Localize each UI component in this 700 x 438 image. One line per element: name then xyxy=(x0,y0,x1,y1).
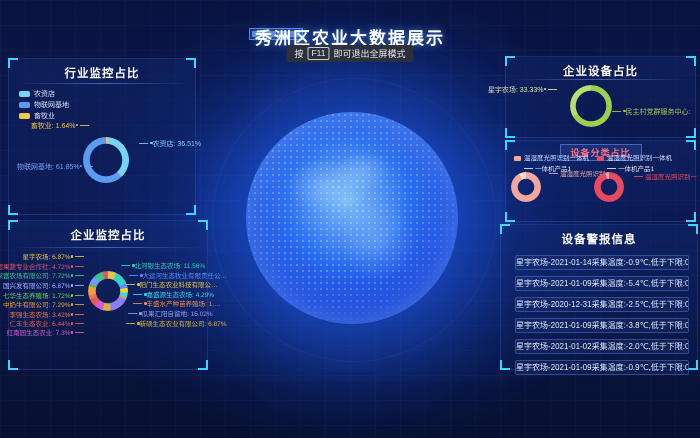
device-legend-item: 温湿度光照识别一体机 xyxy=(514,155,589,163)
panel-title: 设备警报信息 xyxy=(501,231,697,247)
device-category-donut-right xyxy=(594,172,624,202)
equipment-chart-label: 民主村党群服务中心: xyxy=(610,109,690,117)
panel-device-alarms: 设备警报信息 星宇农场-2021-01-14采集温度:-0.9℃,低于下限:0℃… xyxy=(500,224,698,370)
alarm-row: 星宇农场-2021-01-09采集温度:-3.8℃,低于下限:0℃ xyxy=(515,318,689,333)
device-legend-item: 温湿度光照识别一体机 xyxy=(597,155,672,163)
title-divider xyxy=(512,79,689,80)
alarm-row: 星宇农场-2020-12-31采集温度:-2.5℃,低于下限:0℃ xyxy=(515,297,689,312)
dashboard-screen: 秀洲区农业大数据展示 按 F11 即可退出全屏模式 行业监控占比 农资店 物联网… xyxy=(0,0,700,438)
enterprise-chart-label: 仁丰生态农业: 6.44% xyxy=(9,321,86,329)
enterprise-chart-label: 七华生态养殖场: 1.72% xyxy=(3,293,86,301)
panel-enterprise-monitor-ratio: 企业监控占比 星宇农场: 6.87% 赵超果蔬专业合作社: 4.72% 家富农场… xyxy=(8,220,208,370)
enterprise-chart-label: 赵超果蔬专业合作社: 4.72% xyxy=(0,264,86,272)
title-divider xyxy=(15,83,189,84)
industry-chart-label: 物联网基地: 61.85% xyxy=(17,164,95,172)
equipment-chart-label: 星宇农场: 33.33% xyxy=(488,87,559,95)
enterprise-chart-label: 大运河生态牧业有限责任公… xyxy=(127,273,227,281)
alarm-row: 星宇农场-2021-01-14采集温度:-0.9℃,低于下限:0℃ xyxy=(515,255,689,270)
equipment-donut-chart xyxy=(570,85,612,127)
legend-item: 物联网基地 xyxy=(19,100,69,111)
tooltip-suffix: 即可退出全屏模式 xyxy=(334,47,406,60)
panel-industry-monitor-ratio: 行业监控占比 农资店 物联网基地 畜牧业 畜牧业: 1.64% 农资店: 36.… xyxy=(8,58,196,215)
enterprise-chart-label: 红南园生态农业: 7.3% xyxy=(7,330,86,338)
alarm-row: 星宇农场-2021-01-09采集温度:-5.4℃,低于下限:0℃ xyxy=(515,276,689,291)
panel-enterprise-device-ratio: 企业设备占比 星宇农场: 33.33% 民主村党群服务中心: xyxy=(505,56,696,138)
f11-key-badge: F11 xyxy=(307,47,329,60)
enterprise-chart-label: 嘉盛源生态农场: 4.29% xyxy=(131,292,214,300)
device-category-donut-left xyxy=(511,172,541,202)
enterprise-chart-label: 李强生态农场: 3.42% xyxy=(9,312,86,320)
alarm-row: 星宇农场-2021-01-09采集温度:-0.9℃,低于下限:0℃ xyxy=(515,360,689,375)
enterprise-chart-label: 中奶牛有限公司: 7.29% xyxy=(3,302,86,310)
panel-title: 行业监控占比 xyxy=(9,65,195,81)
legend-swatch xyxy=(19,102,30,108)
enterprise-chart-label: 北河银生态农场: 11.56% xyxy=(119,263,205,271)
enterprise-chart-label: 星宇农场: 6.87% xyxy=(22,254,86,262)
legend-item: 农资店 xyxy=(19,89,69,100)
alarm-row: 星宇农场-2021-01-02采集温度:-2.0℃,低于下限:0℃ xyxy=(515,339,689,354)
legend-swatch xyxy=(19,113,30,119)
tooltip-prefix: 按 xyxy=(294,47,303,60)
panel-device-category-ratio: 设备分类占比 温湿度光照识别一体机 一体机产品1 温湿度光照识别一 温湿度光照识… xyxy=(505,140,696,222)
legend-swatch xyxy=(514,156,521,161)
device-chart-callout: 温湿度光照识别一 xyxy=(632,174,697,182)
fullscreen-exit-tooltip: 按 F11 即可退出全屏模式 xyxy=(286,45,413,62)
legend-swatch xyxy=(19,91,30,97)
industry-chart-label: 农资店: 36.51% xyxy=(137,141,201,149)
industry-chart-label: 畜牧业: 1.64% xyxy=(31,123,91,131)
industry-donut-chart xyxy=(83,137,129,183)
panel-title: 企业设备占比 xyxy=(506,63,695,79)
enterprise-chart-label: 新硕生态农业有限公司: 6.87% xyxy=(124,321,227,329)
industry-legend: 农资店 物联网基地 畜牧业 xyxy=(19,89,69,122)
panel-title: 企业监控占比 xyxy=(9,227,207,243)
enterprise-chart-label: 国兴发有限公司: 6.87% xyxy=(3,283,86,291)
enterprise-chart-label: 家富农场有限公司: 7.72% xyxy=(0,273,86,281)
globe-visualization xyxy=(246,112,458,324)
globe-dot-texture xyxy=(246,112,458,324)
enterprise-chart-label: 丰盛水产种苗养殖场: 1.… xyxy=(131,301,221,309)
title-divider xyxy=(15,247,201,248)
enterprise-donut-chart xyxy=(88,271,128,311)
enterprise-chart-label: 阳门生态农业科技有限公… xyxy=(124,282,218,290)
legend-item: 畜牧业 xyxy=(19,111,69,122)
alarm-list: 星宇农场-2021-01-14采集温度:-0.9℃,低于下限:0℃ 星宇农场-2… xyxy=(501,255,697,375)
legend-swatch xyxy=(597,156,604,161)
enterprise-chart-label: 瓜果汇阳自留地: 15.02% xyxy=(126,311,213,319)
